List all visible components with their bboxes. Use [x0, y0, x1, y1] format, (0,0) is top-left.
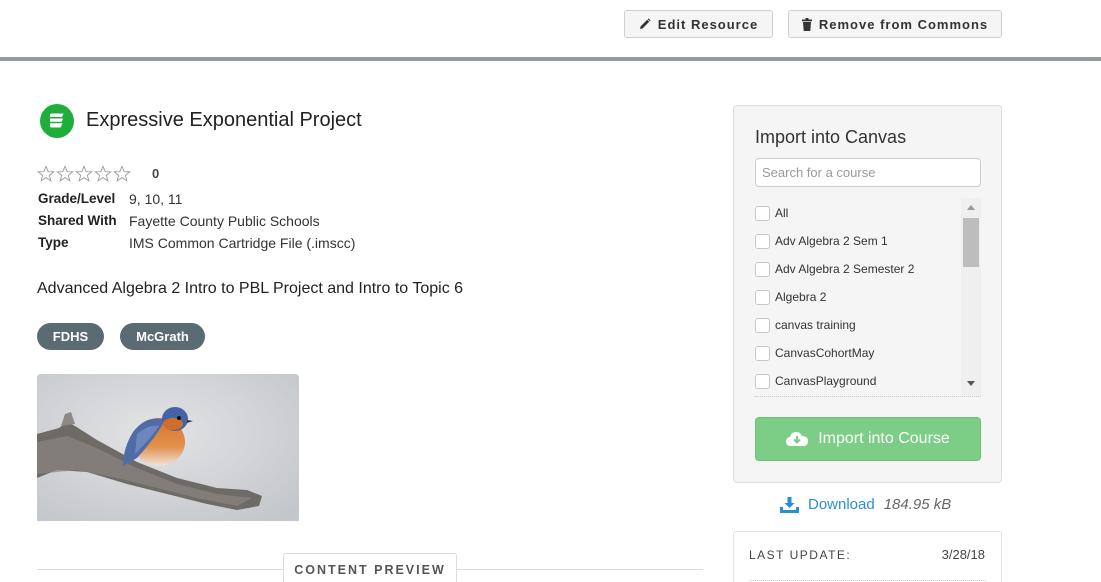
course-label: Algebra 2: [775, 290, 826, 304]
checkbox[interactable]: [755, 290, 770, 305]
star-icon[interactable]: [37, 165, 55, 183]
import-panel-title: Import into Canvas: [755, 127, 906, 148]
last-update-label: LAST UPDATE:: [749, 548, 851, 562]
course-label: canvas training: [775, 318, 856, 332]
star-icon[interactable]: [75, 165, 93, 183]
course-list: All Adv Algebra 2 Sem 1 Adv Algebra 2 Se…: [755, 198, 981, 397]
course-list-scrollbar[interactable]: [961, 198, 981, 396]
details-divider: [749, 580, 986, 581]
checkbox[interactable]: [755, 318, 770, 333]
checkbox[interactable]: [755, 262, 770, 277]
grade-level-value: 9, 10, 11: [129, 191, 182, 207]
bluebird-image: [37, 374, 299, 521]
toolbar-divider: [0, 57, 1101, 61]
import-into-canvas-panel: Import into Canvas All Adv Algebra 2 Sem…: [733, 105, 1002, 483]
course-item[interactable]: Adv Algebra 2 Sem 1: [755, 231, 888, 251]
last-update-value: 3/28/18: [942, 547, 985, 562]
checkbox[interactable]: [755, 374, 770, 389]
rating-count: 0: [152, 166, 159, 181]
stack-layers-icon: [48, 113, 66, 129]
download-file-size: 184.95 kB: [884, 496, 952, 513]
edit-resource-button[interactable]: Edit Resource: [624, 10, 773, 38]
edit-resource-label: Edit Resource: [658, 17, 758, 32]
details-panel: LAST UPDATE: 3/28/18: [733, 531, 1002, 582]
course-item[interactable]: Adv Algebra 2 Semester 2: [755, 259, 914, 279]
type-label: Type: [38, 235, 69, 250]
grade-level-label: Grade/Level: [38, 191, 115, 206]
type-value: IMS Common Cartridge File (.imscc): [129, 235, 355, 251]
resource-description: Advanced Algebra 2 Intro to PBL Project …: [37, 280, 463, 298]
shared-with-value: Fayette County Public Schools: [129, 213, 320, 229]
star-icon[interactable]: [56, 165, 74, 183]
star-icon[interactable]: [94, 165, 112, 183]
tag-mcgrath[interactable]: McGrath: [120, 323, 205, 350]
resource-type-icon: [40, 104, 74, 138]
course-item[interactable]: CanvasCohortMay: [755, 343, 874, 363]
remove-from-commons-button[interactable]: Remove from Commons: [788, 10, 1002, 38]
course-item[interactable]: canvas training: [755, 315, 856, 335]
import-into-course-button[interactable]: Import into Course: [755, 417, 981, 461]
tag-fdhs[interactable]: FDHS: [37, 323, 104, 350]
course-item[interactable]: Algebra 2: [755, 287, 826, 307]
course-label: All: [775, 206, 788, 220]
course-label: Adv Algebra 2 Semester 2: [775, 262, 914, 276]
star-icon[interactable]: [113, 165, 131, 183]
checkbox[interactable]: [755, 234, 770, 249]
trash-icon: [802, 18, 812, 31]
course-label: CanvasCohortMay: [775, 346, 874, 360]
scroll-up-arrow-icon[interactable]: [967, 205, 975, 210]
download-icon[interactable]: [780, 497, 799, 513]
remove-from-commons-label: Remove from Commons: [819, 17, 988, 32]
course-label: Adv Algebra 2 Sem 1: [775, 234, 888, 248]
top-toolbar: Edit Resource Remove from Commons: [0, 0, 1101, 57]
scrollbar-thumb[interactable]: [963, 218, 979, 267]
pencil-icon: [639, 18, 651, 30]
course-item[interactable]: CanvasPlayground: [755, 371, 876, 391]
shared-with-label: Shared With: [38, 213, 117, 228]
scroll-down-arrow-icon[interactable]: [967, 381, 975, 386]
content-preview-tab[interactable]: CONTENT PREVIEW: [283, 553, 457, 582]
cloud-download-icon: [786, 431, 808, 447]
checkbox[interactable]: [755, 206, 770, 221]
download-row: Download 184.95 kB: [780, 496, 951, 513]
star-rating[interactable]: [37, 165, 131, 183]
download-link[interactable]: Download: [808, 496, 875, 513]
course-item-all[interactable]: All: [755, 203, 788, 223]
import-into-course-label: Import into Course: [818, 430, 950, 448]
resource-thumbnail: [37, 374, 299, 521]
course-search-input[interactable]: [755, 158, 981, 187]
resource-title: Expressive Exponential Project: [86, 109, 362, 132]
checkbox[interactable]: [755, 346, 770, 361]
course-label: CanvasPlayground: [775, 374, 876, 388]
